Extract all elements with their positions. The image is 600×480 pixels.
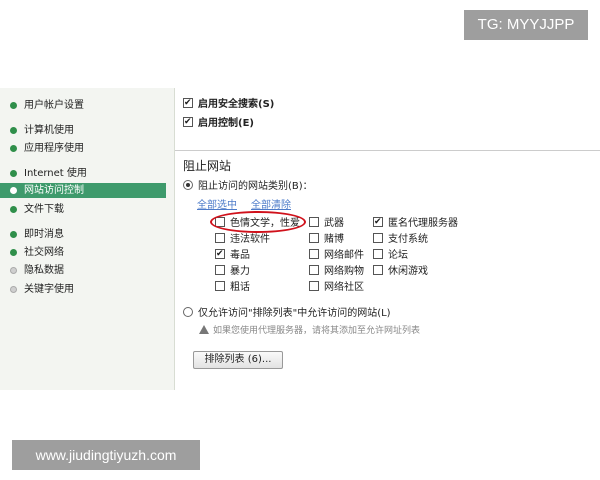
red-circle-annotation xyxy=(210,211,306,233)
proxy-note: 如果您使用代理服务器，请将其添加至允许网址列表 xyxy=(199,324,420,338)
bullet-icon xyxy=(10,187,17,194)
watermark-bottom: www.jiudingtiyuzh.com xyxy=(12,440,200,470)
main-panel: 启用安全搜索(S) 启用控制(E) 阻止网站 阻止访问的网站类别(B)： 全部选… xyxy=(175,88,600,390)
bullet-icon xyxy=(10,206,17,213)
sidebar-item-label: 文件下载 xyxy=(24,204,64,215)
category-checkbox[interactable]: 匿名代理服务器 xyxy=(373,215,458,231)
sidebar-item-label: 社交网络 xyxy=(24,247,64,258)
allow-only-radio[interactable]: 仅允许访问"排除列表"中允许访问的网站(L) xyxy=(183,307,391,321)
checkbox-icon xyxy=(373,233,383,243)
safe-search-checkbox[interactable]: 启用安全搜索(S) xyxy=(183,96,274,112)
checkbox-icon xyxy=(309,233,319,243)
sidebar-item-keyword-usage[interactable]: 关键字使用 xyxy=(0,282,166,297)
category-checkbox[interactable]: 休闲游戏 xyxy=(373,265,428,279)
checkbox-icon xyxy=(215,281,225,291)
bullet-icon xyxy=(10,231,17,238)
checkbox-checked-icon xyxy=(183,115,193,129)
warning-icon xyxy=(199,325,209,334)
sidebar-item-label: 即时消息 xyxy=(24,229,64,240)
bullet-icon xyxy=(10,145,17,152)
checkbox-icon xyxy=(215,233,225,243)
enable-control-checkbox[interactable]: 启用控制(E) xyxy=(183,115,254,131)
sidebar-item-label: Internet 使用 xyxy=(24,168,87,179)
category-checkbox[interactable]: 网络邮件 xyxy=(309,249,364,263)
category-checkbox[interactable]: 武器 xyxy=(309,217,344,231)
sidebar-item-website-access-control[interactable]: 网站访问控制 xyxy=(0,183,166,198)
sidebar-item-file-download[interactable]: 文件下载 xyxy=(0,202,166,217)
sidebar-item-label: 用户帐户设置 xyxy=(24,100,84,111)
checkbox-icon xyxy=(309,265,319,275)
category-checkbox[interactable]: 支付系统 xyxy=(373,233,428,247)
checkbox-icon xyxy=(309,249,319,259)
category-checkbox[interactable]: 毒品 xyxy=(215,247,250,263)
sidebar-item-computer-usage[interactable]: 计算机使用 xyxy=(0,123,166,138)
checkbox-icon xyxy=(309,281,319,291)
bullet-icon xyxy=(10,249,17,256)
radio-selected-icon xyxy=(183,180,193,190)
sidebar-item-label: 应用程序使用 xyxy=(24,143,84,154)
bullet-icon xyxy=(10,286,17,293)
block-categories-radio[interactable]: 阻止访问的网站类别(B)： xyxy=(183,180,313,194)
sidebar-item-internet-usage[interactable]: Internet 使用 xyxy=(0,166,166,181)
category-checkbox[interactable]: 赌博 xyxy=(309,233,344,247)
category-checkbox[interactable]: 粗话 xyxy=(215,281,250,295)
checkbox-icon xyxy=(373,265,383,275)
sidebar-item-social-network[interactable]: 社交网络 xyxy=(0,245,166,260)
category-checkbox[interactable]: 论坛 xyxy=(373,249,408,263)
category-checkbox[interactable]: 违法软件 xyxy=(215,233,270,247)
category-checkbox[interactable]: 网络购物 xyxy=(309,265,364,279)
checkbox-checked-icon xyxy=(183,96,193,110)
checkbox-icon xyxy=(215,265,225,275)
sidebar-item-user-account-settings[interactable]: 用户帐户设置 xyxy=(0,98,166,113)
divider xyxy=(175,150,600,151)
bullet-icon xyxy=(10,170,17,177)
checkbox-checked-icon xyxy=(215,247,225,261)
block-websites-title: 阻止网站 xyxy=(183,159,232,173)
checkbox-icon xyxy=(373,249,383,259)
sidebar-item-label: 计算机使用 xyxy=(24,125,74,136)
bullet-icon xyxy=(10,102,17,109)
select-all-link[interactable]: 全部选中 xyxy=(197,199,237,213)
checkbox-icon xyxy=(309,217,319,227)
bullet-icon xyxy=(10,267,17,274)
sidebar-item-label: 关键字使用 xyxy=(24,284,74,295)
exclusion-list-button[interactable]: 排除列表 (6)... xyxy=(193,351,283,369)
radio-icon xyxy=(183,307,193,317)
sidebar-item-privacy-data[interactable]: 隐私数据 xyxy=(0,263,166,278)
sidebar: 用户帐户设置 计算机使用 应用程序使用 Internet 使用 网站访问控制 文… xyxy=(0,88,175,390)
category-checkbox[interactable]: 网络社区 xyxy=(309,281,364,295)
category-checkbox[interactable]: 暴力 xyxy=(215,265,250,279)
sidebar-item-label: 隐私数据 xyxy=(24,265,64,276)
bullet-icon xyxy=(10,127,17,134)
sidebar-item-instant-messaging[interactable]: 即时消息 xyxy=(0,227,166,242)
sidebar-item-label: 网站访问控制 xyxy=(24,185,84,196)
checkbox-checked-icon xyxy=(373,215,383,229)
watermark-top: TG: MYYJJPP xyxy=(464,10,588,40)
sidebar-item-application-usage[interactable]: 应用程序使用 xyxy=(0,141,166,156)
